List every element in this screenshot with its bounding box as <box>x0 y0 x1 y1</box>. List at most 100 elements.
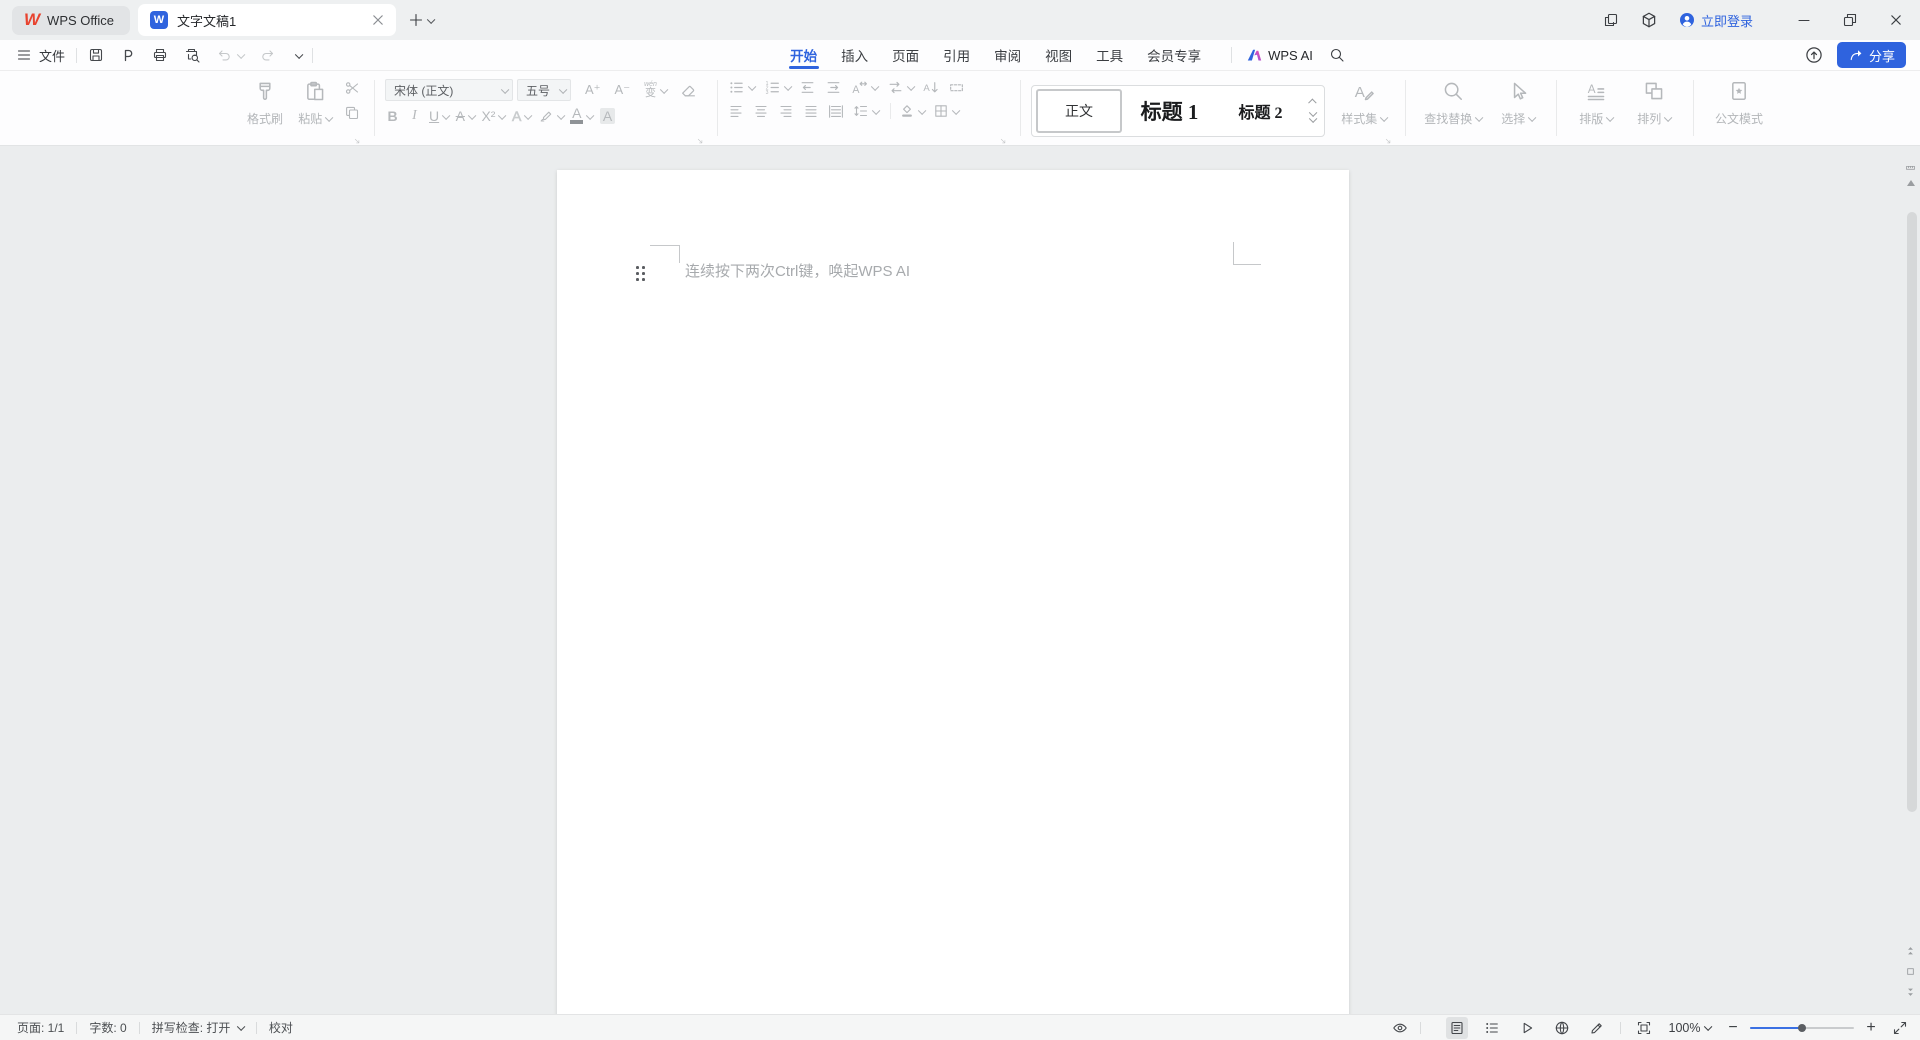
gallery-scroll-up-icon[interactable] <box>1309 99 1317 107</box>
document-page[interactable]: 连续按下两次Ctrl键，唤起WPS AI <box>557 170 1349 1014</box>
outline-view-button[interactable] <box>1481 1017 1503 1039</box>
tab-page[interactable]: 页面 <box>892 40 919 70</box>
scroll-up-arrow-icon[interactable] <box>1907 180 1915 186</box>
browse-object-button[interactable] <box>1904 965 1917 978</box>
tab-view[interactable]: 视图 <box>1045 40 1072 70</box>
login-button[interactable]: 立即登录 <box>1679 11 1753 30</box>
char-shading-button[interactable]: A <box>600 108 615 124</box>
tab-review[interactable]: 审阅 <box>994 40 1021 70</box>
clipboard-dialog-launcher-icon[interactable] <box>353 133 362 142</box>
text-effects-button[interactable]: A <box>512 108 531 124</box>
italic-button[interactable]: I <box>407 108 422 124</box>
read-mode-button[interactable] <box>1516 1017 1538 1039</box>
align-left-button[interactable] <box>728 103 744 119</box>
proofread-button[interactable]: 校对 <box>269 1019 293 1036</box>
zoom-in-button[interactable]: + <box>1864 1019 1878 1037</box>
web-view-button[interactable] <box>1551 1017 1573 1039</box>
strikethrough-button[interactable]: A <box>456 108 475 124</box>
numbered-list-button[interactable]: 123 <box>764 79 791 96</box>
underline-button[interactable]: U <box>429 108 449 124</box>
paste-button[interactable]: 粘贴 <box>290 78 340 145</box>
zoom-slider-handle[interactable] <box>1798 1024 1806 1032</box>
clear-formatting-button[interactable] <box>680 82 697 99</box>
paragraph-dialog-launcher-icon[interactable] <box>999 133 1008 142</box>
style-normal[interactable]: 正文 <box>1036 89 1122 133</box>
ruler-toggle-icon[interactable] <box>1904 160 1917 170</box>
borders-button[interactable] <box>933 103 959 119</box>
print-button[interactable] <box>152 47 168 63</box>
official-mode-button[interactable]: 公文模式 <box>1704 78 1774 145</box>
new-tab-button[interactable] <box>408 12 424 28</box>
arrange-button[interactable]: 排列 <box>1625 78 1683 145</box>
char-scale-button[interactable]: A <box>851 79 878 96</box>
vertical-scrollbar[interactable] <box>1904 146 1918 1014</box>
tab-insert[interactable]: 插入 <box>841 40 868 70</box>
format-painter-button[interactable]: 格式刷 <box>240 78 290 145</box>
document-tab[interactable]: W 文字文稿1 <box>138 4 396 36</box>
page-indicator[interactable]: 页面: 1/1 <box>17 1019 64 1036</box>
typeset-button[interactable]: A 排版 <box>1567 78 1625 145</box>
fit-page-button[interactable] <box>1633 1017 1655 1039</box>
copy-button[interactable] <box>344 105 360 121</box>
export-pdf-button[interactable] <box>120 47 136 63</box>
scrollbar-thumb[interactable] <box>1907 212 1917 812</box>
wps-ai-button[interactable]: WPS AI <box>1246 47 1313 63</box>
edit-mode-button[interactable] <box>1586 1017 1608 1039</box>
app-home-button[interactable]: W WPS Office <box>12 6 130 35</box>
next-page-button[interactable] <box>1904 985 1917 998</box>
print-preview-button[interactable] <box>184 47 200 63</box>
increase-font-button[interactable]: A⁺ <box>585 82 601 98</box>
text-direction-button[interactable] <box>887 79 914 96</box>
decrease-indent-button[interactable] <box>799 79 816 96</box>
highlight-button[interactable] <box>538 108 564 124</box>
styles-dialog-launcher-icon[interactable] <box>1384 133 1393 142</box>
paragraph-drag-handle-icon[interactable] <box>636 266 646 283</box>
font-size-select[interactable]: 五号 <box>517 79 571 101</box>
style-heading2[interactable]: 标题 2 <box>1215 89 1306 133</box>
save-button[interactable] <box>88 47 104 63</box>
fullscreen-icon[interactable] <box>1892 1020 1908 1036</box>
close-tab-icon[interactable] <box>370 12 386 28</box>
tab-reference[interactable]: 引用 <box>943 40 970 70</box>
spellcheck-toggle[interactable]: 拼写检查: 打开 <box>152 1019 244 1036</box>
find-replace-button[interactable]: 查找替换 <box>1416 78 1490 145</box>
font-dialog-launcher-icon[interactable] <box>696 133 705 142</box>
document-area[interactable]: 连续按下两次Ctrl键，唤起WPS AI <box>0 146 1920 1014</box>
bold-button[interactable]: B <box>385 108 400 124</box>
undo-button[interactable] <box>216 47 232 63</box>
style-heading1[interactable]: 标题 1 <box>1124 89 1215 133</box>
file-menu-button[interactable]: 文件 <box>16 46 65 65</box>
undo-chevron-icon[interactable] <box>237 51 245 59</box>
zoom-slider[interactable] <box>1750 1021 1854 1035</box>
customize-toolbar-chevron-icon[interactable] <box>294 51 302 59</box>
close-window-button[interactable] <box>1888 12 1904 28</box>
tab-list-chevron-icon[interactable] <box>427 16 435 24</box>
increase-indent-button[interactable] <box>825 79 842 96</box>
sort-button[interactable]: A <box>922 79 939 96</box>
zoom-out-button[interactable]: − <box>1726 1019 1740 1037</box>
cut-button[interactable] <box>344 80 360 96</box>
line-spacing-button[interactable] <box>853 103 879 119</box>
tab-stops-button[interactable] <box>948 79 965 96</box>
superscript-button[interactable]: X² <box>481 108 505 124</box>
gallery-more-icon[interactable] <box>1309 115 1317 123</box>
font-color-button[interactable]: A <box>570 108 593 124</box>
cloud-sync-icon[interactable] <box>1805 46 1823 64</box>
page-view-button[interactable] <box>1446 1017 1468 1039</box>
decrease-font-button[interactable]: A⁻ <box>615 82 631 98</box>
distribute-button[interactable] <box>828 103 844 119</box>
zoom-level[interactable]: 100% <box>1669 1021 1710 1035</box>
restore-window-button[interactable] <box>1842 12 1858 28</box>
app-center-icon[interactable] <box>1640 11 1658 29</box>
pinyin-guide-button[interactable]: wén变 <box>644 81 657 99</box>
tab-home[interactable]: 开始 <box>790 40 817 70</box>
justify-button[interactable] <box>803 103 819 119</box>
select-button[interactable]: 选择 <box>1490 78 1546 145</box>
previous-page-button[interactable] <box>1904 945 1917 958</box>
bullet-list-button[interactable] <box>728 79 755 96</box>
redo-button[interactable] <box>260 47 276 63</box>
font-family-select[interactable]: 宋体 (正文) <box>385 79 513 101</box>
tab-tools[interactable]: 工具 <box>1096 40 1123 70</box>
search-icon[interactable] <box>1329 47 1345 63</box>
tab-member[interactable]: 会员专享 <box>1147 40 1201 70</box>
